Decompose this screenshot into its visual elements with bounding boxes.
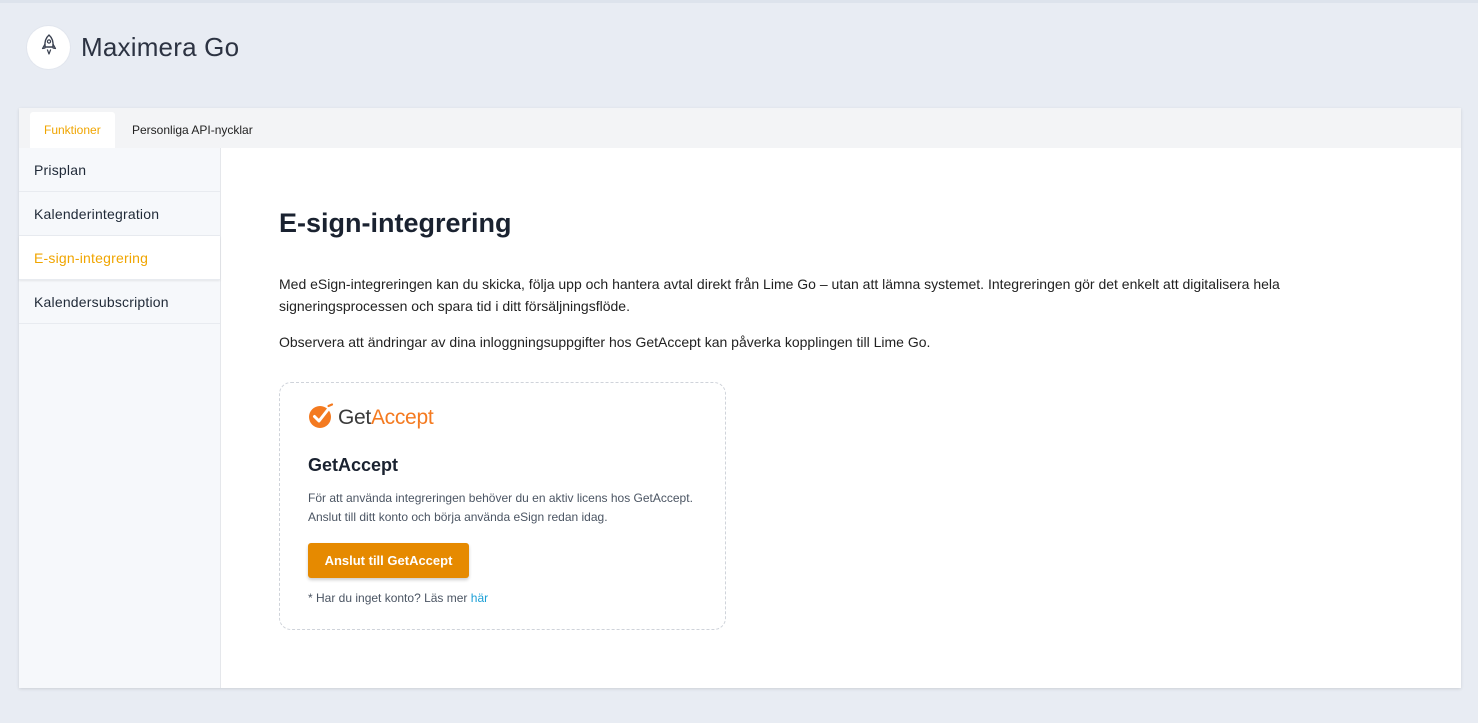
tab-api-keys[interactable]: Personliga API-nycklar — [118, 112, 267, 148]
page-title: E-sign-integrering — [279, 208, 512, 238]
settings-panel: Funktioner Personliga API-nycklar Prispl… — [19, 108, 1461, 688]
card-title: GetAccept — [308, 455, 399, 475]
rocket-icon — [39, 33, 59, 62]
top-strip — [0, 0, 1478, 3]
app-title: Maximera Go — [81, 31, 240, 62]
tab-funktioner[interactable]: Funktioner — [30, 112, 115, 148]
logo-text-get: Get — [338, 406, 371, 429]
app-header: Maximera Go — [27, 25, 239, 69]
app-logo — [27, 25, 70, 69]
sidebar-item-prisplan[interactable]: Prisplan — [19, 148, 220, 192]
intro-paragraph: Med eSign-integreringen kan du skicka, f… — [279, 276, 1280, 314]
integration-card: GetAccept GetAccept För att använda inte… — [279, 382, 726, 630]
sidebar-item-esign[interactable]: E-sign-integrering — [19, 236, 220, 280]
tab-bar: Funktioner Personliga API-nycklar — [19, 108, 1461, 148]
account-note-text: * Har du inget konto? Läs mer — [308, 591, 471, 605]
sidebar-item-kalendersubscription[interactable]: Kalendersubscription — [19, 280, 220, 324]
read-more-link[interactable]: här — [471, 591, 488, 605]
sidebar: Prisplan Kalenderintegration E-sign-inte… — [19, 148, 221, 688]
connect-getaccept-button[interactable]: Anslut till GetAccept — [308, 543, 469, 578]
logo-text-accept: Accept — [370, 406, 434, 429]
notice-paragraph: Observera att ändringar av dina inloggni… — [279, 334, 931, 350]
account-note: * Har du inget konto? Läs mer här — [308, 591, 488, 605]
card-description: För att använda integreringen behöver du… — [308, 491, 693, 524]
getaccept-check-icon — [308, 402, 334, 434]
getaccept-logo: GetAccept — [308, 402, 434, 434]
sidebar-item-kalenderintegration[interactable]: Kalenderintegration — [19, 192, 220, 236]
